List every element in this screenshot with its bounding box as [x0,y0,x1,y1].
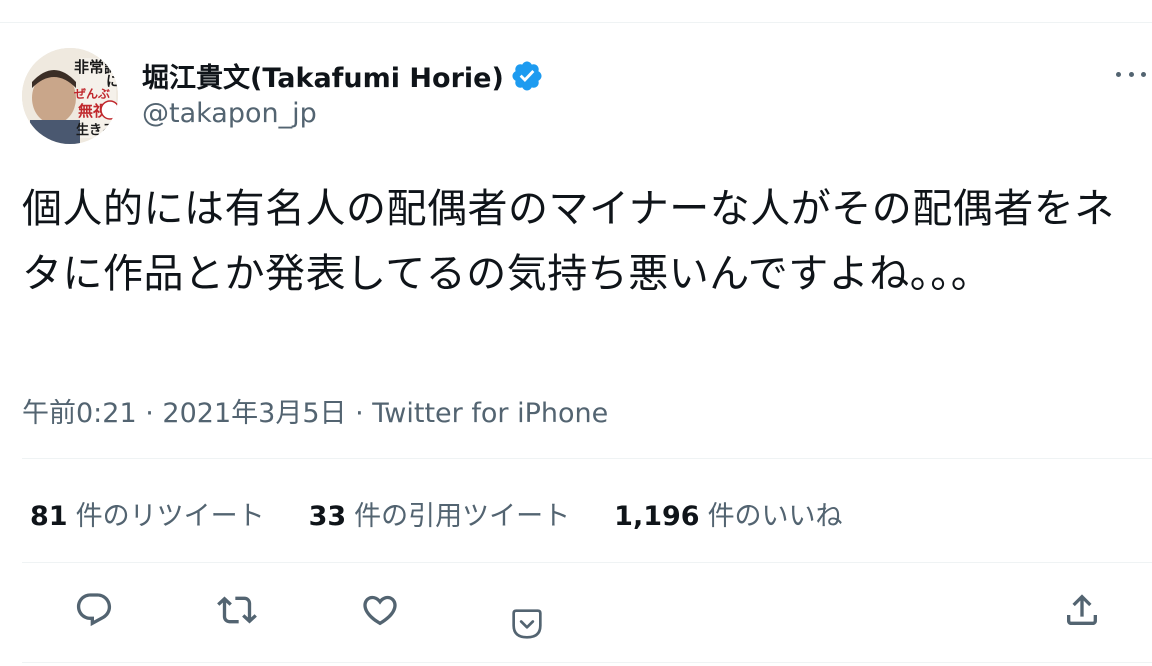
reply-icon [76,593,112,627]
author-display-name[interactable]: 堀江貴文(Takafumi Horie) [142,56,544,95]
avatar-image: 非常識 に ぜんぶ 無視 生きる [22,48,118,144]
retweet-button[interactable] [215,588,259,632]
downvote-icon [512,609,542,639]
top-divider [0,22,1152,23]
share-icon [1067,594,1097,625]
heart-icon [363,595,397,626]
quote-count-link[interactable]: 33 件の引用ツイート [309,494,571,533]
more-dot [1128,71,1134,77]
author-handle[interactable]: @takapon_jp [142,98,317,129]
avatar-text-3: ぜんぶ [74,87,110,101]
retweet-count: 81 [30,501,68,532]
like-count: 1,196 [614,501,700,532]
display-name-text: 堀江貴文(Takafumi Horie) [142,63,504,94]
more-dot [1141,71,1146,77]
downvote-button[interactable] [505,602,549,646]
tweet-actions [0,588,1152,639]
quote-label: 件の引用ツイート [354,501,571,532]
tweet-source[interactable]: Twitter for iPhone [372,398,608,429]
retweet-label: 件のリツイート [75,501,265,532]
meta-separator: · [145,398,154,429]
like-button[interactable] [358,588,402,632]
divider [22,458,1152,459]
share-button[interactable] [1060,588,1104,632]
avatar-text-5: 生きる [76,122,115,138]
divider [22,562,1152,563]
more-dots-icon[interactable] [1116,62,1146,86]
reply-button[interactable] [72,588,116,632]
tweet-text: 個人的には有名人の配偶者のマイナーな人がその配偶者をネタに作品とか発表してるの気… [22,186,1115,297]
like-count-link[interactable]: 1,196 件のいいね [614,494,842,533]
more-dot [1116,71,1121,77]
divider [22,662,1152,663]
tweet-time[interactable]: 午前0:21 [22,398,137,429]
retweet-icon [217,596,257,624]
tweet-date[interactable]: 2021年3月5日 [162,398,346,429]
verified-badge-icon [510,59,544,93]
tweet-stats: 81 件のリツイート 33 件の引用ツイート 1,196 件のいいね [30,494,887,533]
meta-separator: · [355,398,364,429]
like-label: 件のいいね [707,501,843,532]
avatar[interactable]: 非常識 に ぜんぶ 無視 生きる [22,48,118,144]
tweet-meta: 午前0:21 · 2021年3月5日 · Twitter for iPhone [22,391,608,430]
retweet-count-link[interactable]: 81 件のリツイート [30,494,265,533]
quote-count: 33 [308,501,347,532]
